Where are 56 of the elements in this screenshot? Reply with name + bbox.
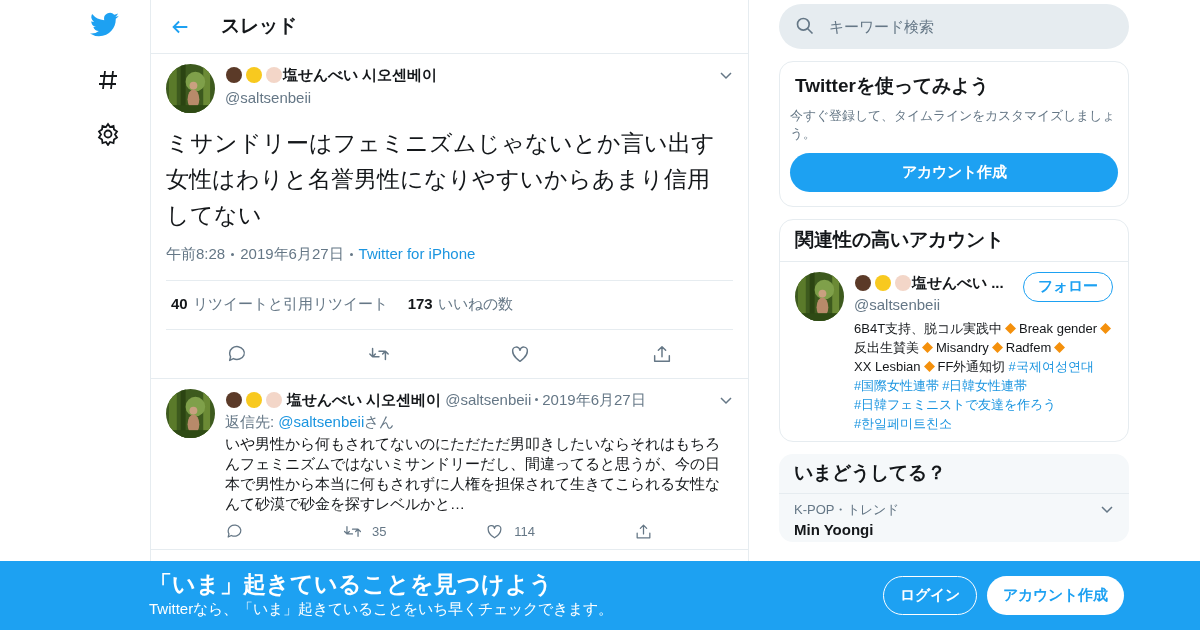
bio-text: XX Lesbian xyxy=(854,357,921,376)
signup-button[interactable]: アカウント作成 xyxy=(790,152,1118,192)
bio-text: Radfem xyxy=(1005,338,1052,357)
banner-subtitle: Twitterなら、「いま」起きていることをいち早くチェックできます。 xyxy=(149,599,614,620)
diamond-icon xyxy=(922,341,933,353)
hashtag-link[interactable]: #国際女性連帯 xyxy=(854,375,940,395)
like-count[interactable]: 173 xyxy=(407,293,433,316)
bio-text: 反出生賛美 xyxy=(854,338,919,357)
reply-to-suffix: さん xyxy=(364,412,395,432)
card-title: いまどうしてる？ xyxy=(779,453,1129,494)
reply-to-label: 返信先: xyxy=(225,412,275,432)
tweet-time[interactable]: 午前8:28 xyxy=(166,243,226,266)
user-name[interactable]: 塩せんべい 시오센베이 xyxy=(287,388,442,411)
card-title: Twitterを使ってみよう xyxy=(794,74,990,98)
user-name[interactable]: 塩せんべい 시오센베이 xyxy=(283,64,438,87)
user-name[interactable]: 塩せんべい ... xyxy=(912,271,1004,294)
user-handle[interactable]: @saltsenbeii xyxy=(854,294,1004,317)
retweet-count: 35 xyxy=(371,522,387,541)
bio-text: FF外通知切 xyxy=(937,357,1006,376)
like-count: 114 xyxy=(514,522,536,541)
tweet-date[interactable]: 2019年6月27日 xyxy=(240,243,344,266)
tweet-text: ミサンドリーはフェミニズムじゃないとか言い出す女性はわりと名誉男性になりやすいからあまり信用してない xyxy=(166,129,716,230)
diamond-icon xyxy=(1005,322,1017,334)
page-title: スレッド xyxy=(221,14,297,39)
banner-title: 「いま」起きていることを見つけよう xyxy=(149,570,554,599)
bio-text: Break gender xyxy=(1019,319,1098,338)
diamond-icon xyxy=(991,341,1003,353)
retweet-count[interactable]: 40 xyxy=(171,293,188,316)
tweet-text: いや男性から何もされてないのにただただ男叩きしたいならそれはもちろんフェミニズムではないミサンドリーだし、間違ってると思うが、今の日本で男性から本当に何もされずに人権を担保されて生きてこられる女性なんて砂漠で砂金を探すレベルかと… xyxy=(225,433,721,514)
trend-name[interactable]: Min Yoongi xyxy=(794,519,1114,542)
source-link[interactable]: Twitter for iPhone xyxy=(358,243,476,266)
tweet-date[interactable]: 2019年6月27日 xyxy=(542,388,646,411)
mention-link[interactable]: @saltsenbeii xyxy=(278,411,365,434)
user-handle[interactable]: @saltsenbeii xyxy=(445,388,532,411)
diamond-icon xyxy=(1054,341,1066,353)
diamond-icon xyxy=(1100,322,1112,334)
hashtag-link[interactable]: #한일페미트친소 xyxy=(854,413,953,433)
hashtag-link[interactable]: #日韓フェミニストで友達を作ろう xyxy=(854,394,1057,414)
hashtag-link[interactable]: #日韓女性連帯 xyxy=(942,375,1028,395)
bio-text: Misandry xyxy=(936,338,989,357)
hashtag-icon[interactable] xyxy=(96,68,120,92)
hashtag-link[interactable]: #국제여성연대 xyxy=(1008,356,1094,376)
user-handle[interactable]: @saltsenbeii xyxy=(225,86,733,109)
signup-button[interactable]: アカウント作成 xyxy=(987,576,1124,615)
search-icon xyxy=(795,16,815,36)
like-label[interactable]: いいねの数 xyxy=(437,293,513,316)
bio-text: 6B4T支持、脱コル実践中 xyxy=(854,319,1003,338)
search-field[interactable]: キーワード検索 xyxy=(779,4,1129,49)
diamond-icon xyxy=(923,360,935,372)
card-text: 今すぐ登録して、タイムラインをカスタマイズしましょう。 xyxy=(790,106,1116,143)
card-title: 関連性の高いアカウント xyxy=(780,219,1128,262)
trend-context: K-POP・トレンド xyxy=(794,500,900,519)
settings-icon[interactable] xyxy=(96,122,120,146)
retweet-label[interactable]: リツイートと引用リツイート xyxy=(192,293,388,316)
bird-logo-icon[interactable] xyxy=(90,12,120,38)
reply-icon[interactable] xyxy=(225,521,244,541)
